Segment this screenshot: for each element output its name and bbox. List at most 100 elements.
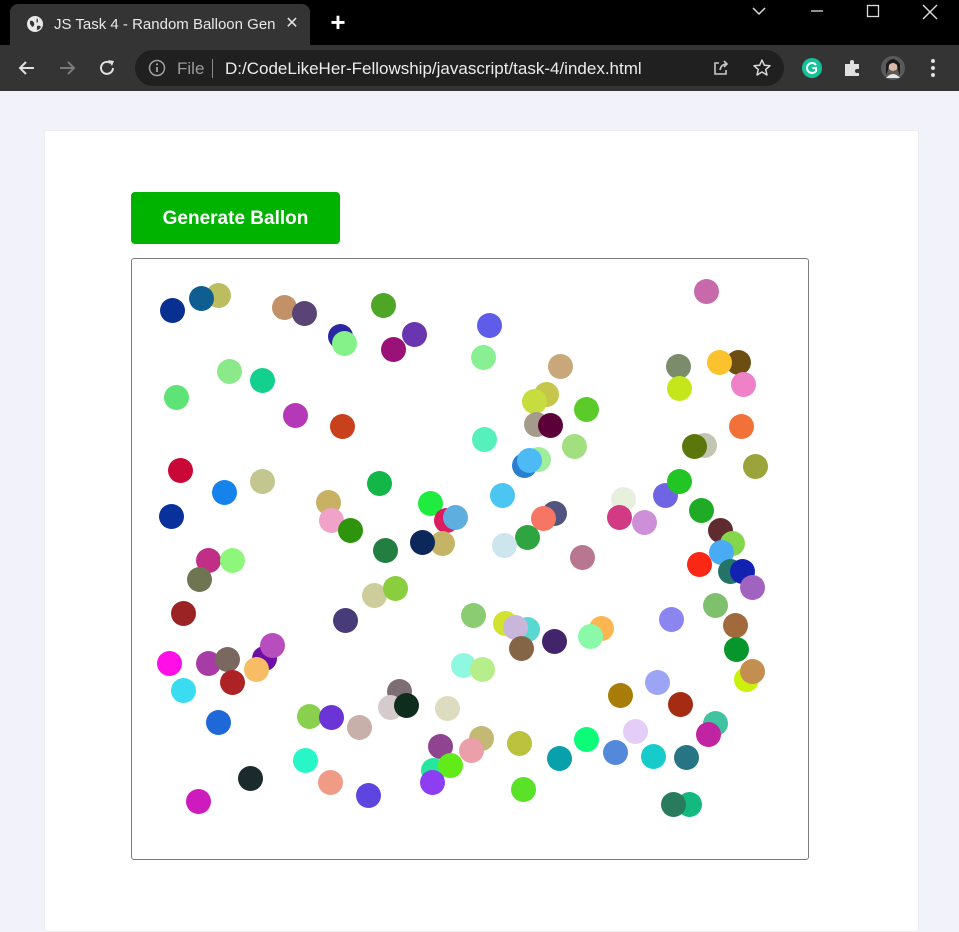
- balloon[interactable]: [471, 345, 496, 370]
- balloon[interactable]: [187, 567, 212, 592]
- grammarly-icon[interactable]: [799, 55, 825, 81]
- balloon[interactable]: [186, 789, 211, 814]
- balloon[interactable]: [157, 651, 182, 676]
- balloon[interactable]: [367, 471, 392, 496]
- balloon[interactable]: [509, 636, 534, 661]
- balloon[interactable]: [164, 385, 189, 410]
- balloon[interactable]: [731, 372, 756, 397]
- balloon[interactable]: [694, 279, 719, 304]
- balloon[interactable]: [570, 545, 595, 570]
- close-window-button[interactable]: [910, 0, 950, 22]
- balloon[interactable]: [723, 613, 748, 638]
- balloon[interactable]: [740, 659, 765, 684]
- balloon[interactable]: [659, 607, 684, 632]
- balloon[interactable]: [394, 693, 419, 718]
- tab-close-icon[interactable]: ✕: [284, 14, 300, 34]
- balloon[interactable]: [212, 480, 237, 505]
- balloon[interactable]: [522, 389, 547, 414]
- balloon[interactable]: [517, 448, 542, 473]
- balloon[interactable]: [461, 603, 486, 628]
- balloon[interactable]: [538, 413, 563, 438]
- balloon[interactable]: [332, 331, 357, 356]
- balloon[interactable]: [477, 313, 502, 338]
- balloon[interactable]: [507, 731, 532, 756]
- balloon[interactable]: [318, 770, 343, 795]
- balloon[interactable]: [562, 434, 587, 459]
- browser-tab[interactable]: JS Task 4 - Random Balloon Gene ✕: [10, 4, 310, 45]
- balloon[interactable]: [371, 293, 396, 318]
- balloon[interactable]: [668, 692, 693, 717]
- balloon[interactable]: [383, 576, 408, 601]
- balloon[interactable]: [687, 552, 712, 577]
- balloon[interactable]: [373, 538, 398, 563]
- balloon[interactable]: [333, 608, 358, 633]
- generate-balloon-button[interactable]: Generate Ballon: [131, 192, 340, 244]
- balloon[interactable]: [740, 575, 765, 600]
- balloon[interactable]: [547, 746, 572, 771]
- balloon[interactable]: [435, 696, 460, 721]
- balloon[interactable]: [632, 510, 657, 535]
- balloon[interactable]: [171, 678, 196, 703]
- balloon[interactable]: [381, 337, 406, 362]
- balloon[interactable]: [159, 504, 184, 529]
- balloon[interactable]: [217, 359, 242, 384]
- balloon[interactable]: [250, 368, 275, 393]
- balloon[interactable]: [260, 633, 285, 658]
- balloon[interactable]: [729, 414, 754, 439]
- balloon[interactable]: [724, 637, 749, 662]
- new-tab-button[interactable]: +: [325, 9, 351, 35]
- balloon[interactable]: [515, 525, 540, 550]
- more-menu-icon[interactable]: [920, 55, 946, 81]
- balloon[interactable]: [574, 727, 599, 752]
- minimize-button[interactable]: [798, 0, 838, 22]
- balloon[interactable]: [743, 454, 768, 479]
- balloon[interactable]: [689, 498, 714, 523]
- balloon[interactable]: [244, 657, 269, 682]
- balloon[interactable]: [402, 322, 427, 347]
- balloon[interactable]: [623, 719, 648, 744]
- balloon[interactable]: [607, 505, 632, 530]
- balloon[interactable]: [608, 683, 633, 708]
- balloon[interactable]: [330, 414, 355, 439]
- balloon[interactable]: [220, 548, 245, 573]
- balloon[interactable]: [641, 744, 666, 769]
- maximize-button[interactable]: [854, 0, 894, 22]
- balloon[interactable]: [338, 518, 363, 543]
- balloon[interactable]: [168, 458, 193, 483]
- balloon[interactable]: [645, 670, 670, 695]
- balloon[interactable]: [319, 705, 344, 730]
- balloon[interactable]: [356, 783, 381, 808]
- profile-avatar[interactable]: [880, 55, 906, 81]
- balloon[interactable]: [707, 350, 732, 375]
- info-icon[interactable]: [148, 59, 166, 77]
- balloon[interactable]: [472, 427, 497, 452]
- balloon[interactable]: [578, 624, 603, 649]
- back-button[interactable]: [12, 53, 42, 83]
- balloon[interactable]: [703, 593, 728, 618]
- balloon[interactable]: [459, 738, 484, 763]
- balloon[interactable]: [574, 397, 599, 422]
- balloon[interactable]: [215, 647, 240, 672]
- balloon[interactable]: [293, 748, 318, 773]
- bookmark-star-icon[interactable]: [752, 58, 772, 78]
- balloon[interactable]: [661, 792, 686, 817]
- balloon[interactable]: [283, 403, 308, 428]
- balloon[interactable]: [206, 710, 231, 735]
- balloon[interactable]: [511, 777, 536, 802]
- balloon[interactable]: [410, 530, 435, 555]
- balloon[interactable]: [250, 469, 275, 494]
- balloon[interactable]: [189, 286, 214, 311]
- address-bar[interactable]: File D:/CodeLikeHer-Fellowship/javascrip…: [135, 50, 784, 86]
- balloon[interactable]: [171, 601, 196, 626]
- balloon[interactable]: [667, 469, 692, 494]
- balloon[interactable]: [542, 629, 567, 654]
- extensions-puzzle-icon[interactable]: [840, 55, 866, 81]
- balloon[interactable]: [443, 505, 468, 530]
- balloon[interactable]: [490, 483, 515, 508]
- tab-search-button[interactable]: [740, 0, 780, 22]
- balloon[interactable]: [492, 533, 517, 558]
- balloon[interactable]: [238, 766, 263, 791]
- balloon[interactable]: [603, 740, 628, 765]
- balloon[interactable]: [674, 745, 699, 770]
- reload-button[interactable]: [92, 53, 122, 83]
